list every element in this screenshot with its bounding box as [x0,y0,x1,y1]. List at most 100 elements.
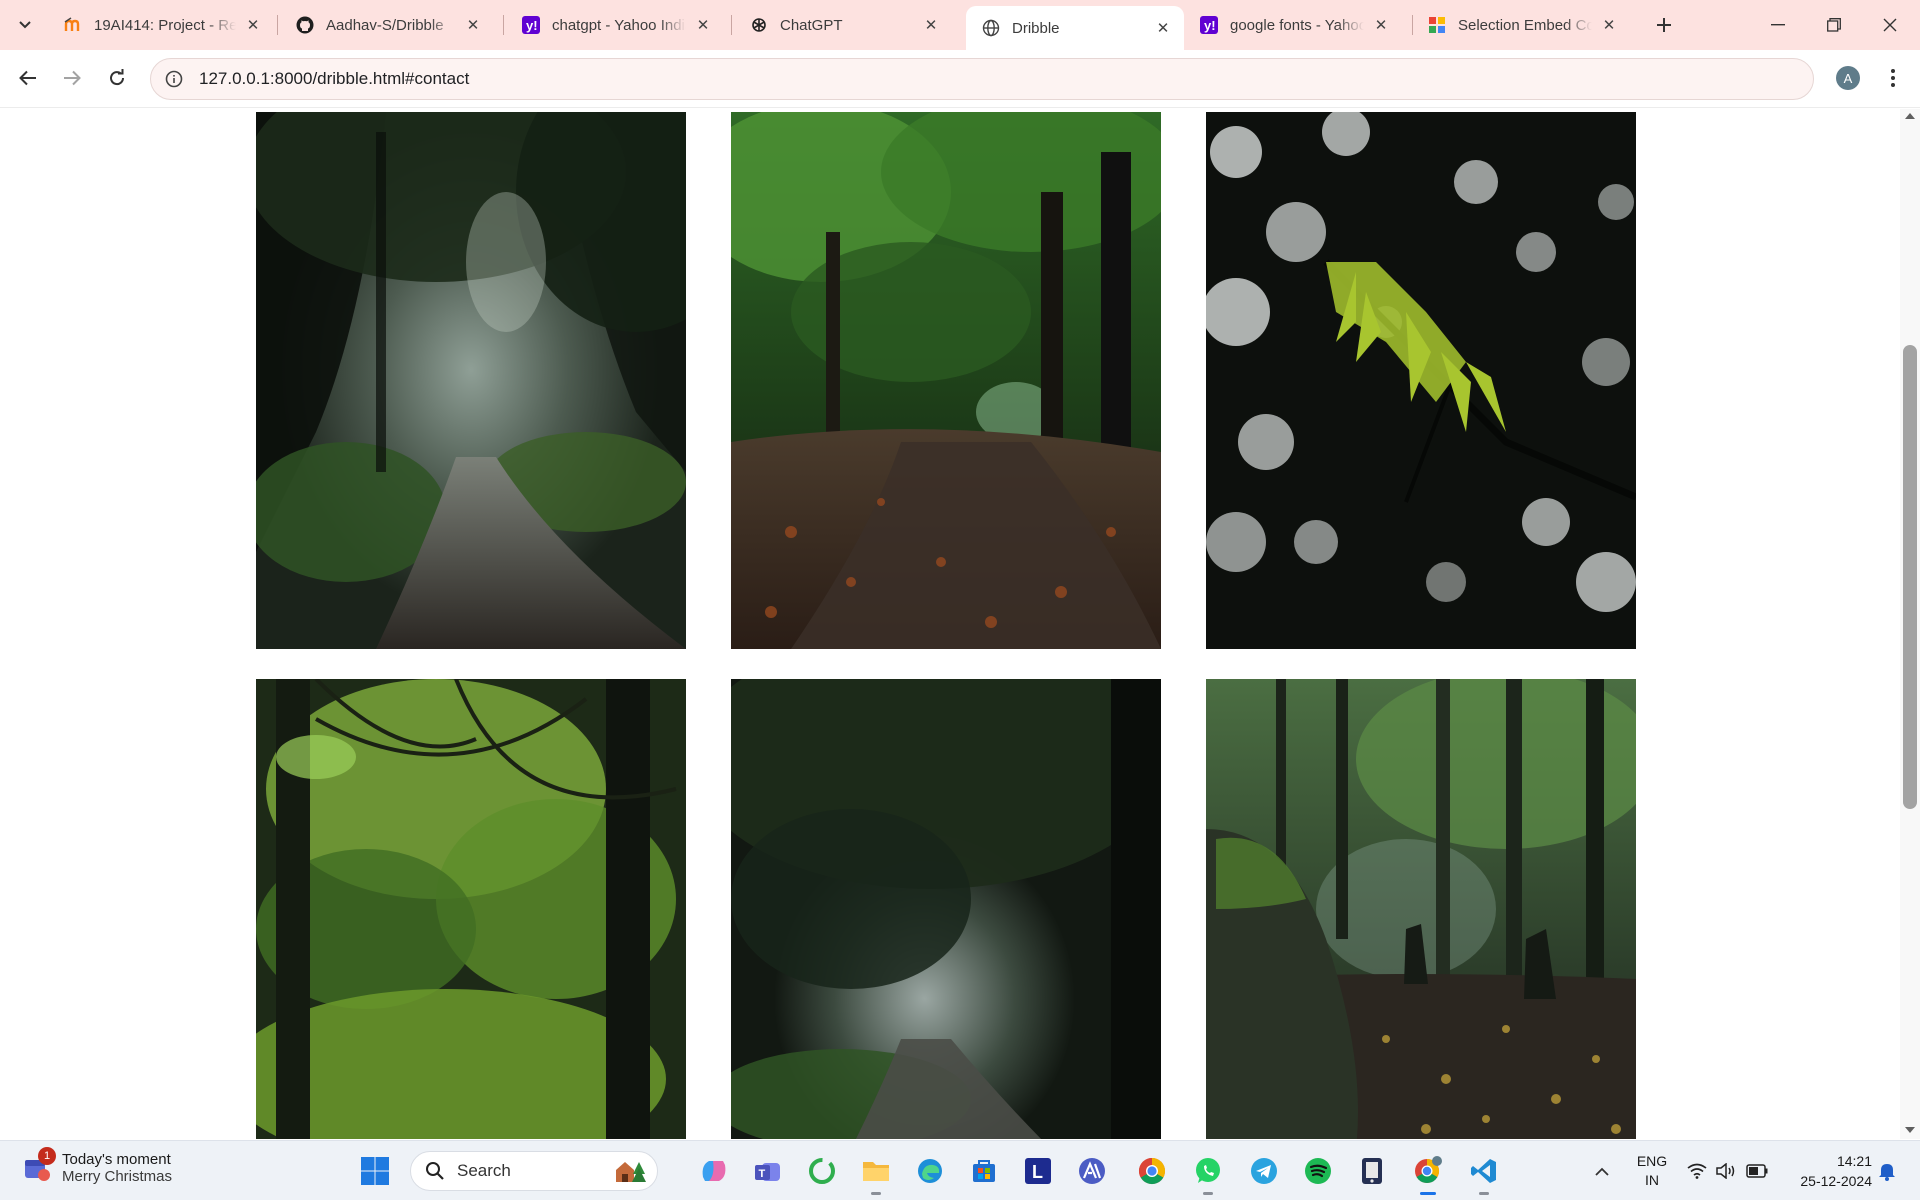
copilot-icon[interactable] [696,1153,732,1189]
new-tab-button[interactable] [1650,11,1678,39]
input-language-indicator[interactable]: ENG IN [1636,1152,1668,1190]
photo-dark-tunnel-path[interactable] [731,679,1161,1139]
tab-title: google fonts - Yahoo [1230,16,1364,34]
photo-moss-branch-bokeh[interactable] [1206,112,1636,649]
close-icon[interactable]: ✕ [694,16,712,34]
circle-app-icon[interactable] [804,1153,840,1189]
scroll-up-icon[interactable] [1905,113,1915,119]
running-indicator [1479,1192,1489,1195]
christmas-house-icon [616,1162,646,1182]
browser-toolbar: 127.0.0.1:8000/dribble.html#contact A [0,50,1920,108]
device-app-icon[interactable] [1354,1153,1390,1189]
address-bar[interactable]: 127.0.0.1:8000/dribble.html#contact [150,58,1814,100]
windows-icon [361,1157,389,1185]
tab-yahoo-fonts[interactable]: y! google fonts - Yahoo ✕ [1184,7,1402,43]
search-label: Search [457,1161,511,1180]
show-hidden-icons-button[interactable] [1584,1154,1620,1188]
photo-green-woodland-ferns[interactable] [256,679,686,1139]
l-app-icon[interactable]: L [1020,1153,1056,1189]
notification-bell-icon[interactable] [1870,1154,1904,1188]
widgets-button[interactable]: 1 Today's moment Merry Christmas [22,1147,172,1185]
back-button[interactable] [11,61,45,95]
chrome-icon[interactable] [1134,1153,1170,1189]
vscode-icon[interactable] [1466,1153,1502,1195]
page-scrollbar[interactable] [1900,109,1920,1139]
url-text[interactable]: 127.0.0.1:8000/dribble.html#contact [199,69,469,89]
minimize-button[interactable] [1750,0,1806,50]
tab-selection-embed[interactable]: Selection Embed Cod ✕ [1412,7,1630,43]
google-icon [1428,16,1446,34]
edge-icon[interactable] [912,1153,948,1189]
tab-divider [731,15,732,35]
openai-icon [750,16,768,34]
tab-github[interactable]: Aadhav-S/Dribble ✕ [280,7,494,43]
close-icon[interactable]: ✕ [922,16,940,34]
telegram-icon[interactable] [1246,1153,1282,1189]
close-window-button[interactable] [1862,0,1918,50]
volume-icon[interactable] [1710,1154,1744,1188]
tab-moodle[interactable]: 19AI414: Project - Re ✕ [48,7,274,43]
close-icon[interactable]: ✕ [464,16,482,34]
chrome-profile-icon[interactable] [1410,1153,1446,1195]
scroll-down-icon[interactable] [1905,1127,1915,1133]
close-icon[interactable]: ✕ [1154,19,1172,37]
arrow-right-icon [64,70,81,86]
arrow-left-icon [19,70,36,86]
tab-title: chatgpt - Yahoo India [552,16,686,34]
reload-button[interactable] [100,61,134,95]
page-content [0,109,1900,1139]
spotify-icon[interactable] [1300,1153,1336,1189]
search-icon [426,1162,444,1180]
tab-title: Dribble [1012,19,1060,37]
clock-date: 25-12-2024 [1800,1173,1872,1189]
tab-dribble[interactable]: Dribble ✕ [966,6,1184,50]
close-icon[interactable]: ✕ [244,16,262,34]
svg-text:L: L [1032,1162,1043,1182]
tab-title: Aadhav-S/Dribble [326,16,444,34]
battery-icon[interactable] [1740,1154,1774,1188]
notification-badge: 1 [38,1147,56,1165]
tab-yahoo-chatgpt[interactable]: y! chatgpt - Yahoo India ✕ [506,7,724,43]
yahoo-icon: y! [522,16,540,34]
restore-button[interactable] [1806,0,1862,50]
tab-title: 19AI414: Project - Re [94,16,236,34]
tab-search-button[interactable] [9,9,41,41]
calendar-gift-icon: 1 [22,1147,56,1183]
ai-app-icon[interactable] [1074,1153,1110,1189]
start-button[interactable] [360,1156,390,1186]
chevron-up-icon [1595,1167,1609,1176]
clock-time: 14:21 [1836,1153,1872,1169]
teams-icon[interactable]: T [750,1153,786,1189]
store-icon[interactable] [966,1153,1002,1189]
photo-misty-forest-path[interactable] [256,112,686,649]
close-icon[interactable]: ✕ [1600,16,1618,34]
more-menu-icon[interactable] [1880,64,1906,92]
profile-avatar[interactable]: A [1836,66,1860,90]
restore-icon [1827,18,1841,32]
chevron-down-icon [19,21,31,29]
whatsapp-icon[interactable] [1190,1153,1226,1195]
github-icon [296,16,314,34]
tab-title: ChatGPT [780,16,843,34]
reload-icon [110,69,125,86]
region-code: IN [1645,1172,1659,1188]
plus-icon [1657,18,1671,32]
tab-divider [277,15,278,35]
close-icon[interactable]: ✕ [1372,16,1390,34]
scrollbar-thumb[interactable] [1903,345,1917,809]
site-info-icon[interactable] [163,68,185,90]
photo-mossy-rock-forest[interactable] [1206,679,1636,1139]
forward-button[interactable] [55,61,89,95]
file-explorer-icon[interactable] [858,1153,894,1195]
taskbar-search[interactable]: Search [410,1151,658,1191]
running-indicator [871,1192,881,1195]
tab-strip: 19AI414: Project - Re ✕ Aadhav-S/Dribble… [0,0,1920,50]
running-indicator [1420,1192,1436,1195]
wifi-icon[interactable] [1680,1154,1714,1188]
tab-chatgpt[interactable]: ChatGPT ✕ [734,7,952,43]
close-icon [1883,18,1897,32]
photo-autumn-leaf-trail[interactable] [731,112,1161,649]
system-clock[interactable]: 14:21 25-12-2024 [1782,1151,1872,1191]
tab-divider [503,15,504,35]
yahoo-icon: y! [1200,16,1218,34]
